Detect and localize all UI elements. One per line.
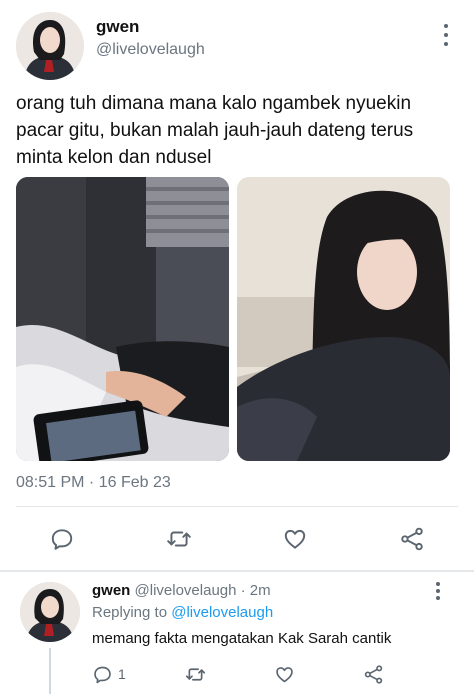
reply-button[interactable]	[48, 525, 76, 553]
tweet-photo-2[interactable]	[237, 177, 450, 461]
reply-display-name[interactable]: gwen	[92, 582, 130, 599]
comment-icon	[51, 529, 73, 550]
retweet-icon	[167, 531, 191, 547]
replying-prefix: Replying to	[92, 604, 168, 621]
retweet-icon	[185, 667, 205, 681]
retweet-button[interactable]	[165, 525, 193, 553]
tweet-text: orang tuh dimana mana kalo ngambek nyuek…	[16, 93, 414, 168]
section-divider	[0, 570, 474, 572]
reply-retweet-button[interactable]	[183, 662, 207, 686]
reply-more-options-icon[interactable]	[433, 582, 443, 600]
reply-meta: @livelovelaugh · 2m	[134, 582, 271, 599]
thread-line	[49, 648, 51, 694]
tweet-photo-1[interactable]	[16, 177, 229, 461]
tweet-timestamp[interactable]: 08:51 PM · 16 Feb 23	[16, 474, 171, 492]
replying-to: Replying to @livelovelaugh	[92, 604, 273, 621]
heart-icon	[284, 529, 306, 549]
share-icon	[401, 527, 423, 551]
share-icon	[364, 664, 382, 684]
reply-avatar[interactable]	[20, 582, 80, 642]
reply-count: 1	[118, 666, 126, 682]
reply-header: gwen @livelovelaugh · 2m	[92, 582, 271, 599]
display-name[interactable]: gwen	[96, 17, 139, 37]
like-button[interactable]	[281, 525, 309, 553]
comment-icon	[94, 666, 111, 683]
replying-to-link[interactable]: @livelovelaugh	[171, 604, 273, 621]
more-options-icon[interactable]	[441, 24, 451, 46]
heart-icon	[275, 666, 293, 682]
share-button[interactable]	[398, 525, 426, 553]
divider	[16, 506, 458, 507]
reply-share-button[interactable]	[361, 662, 385, 686]
reply-reply-button[interactable]: 1	[92, 662, 126, 686]
avatar[interactable]	[16, 12, 84, 80]
user-handle[interactable]: @livelovelaugh	[96, 41, 205, 59]
reply-text: memang fakta mengatakan Kak Sarah cantik	[92, 630, 392, 647]
reply-like-button[interactable]	[272, 662, 296, 686]
